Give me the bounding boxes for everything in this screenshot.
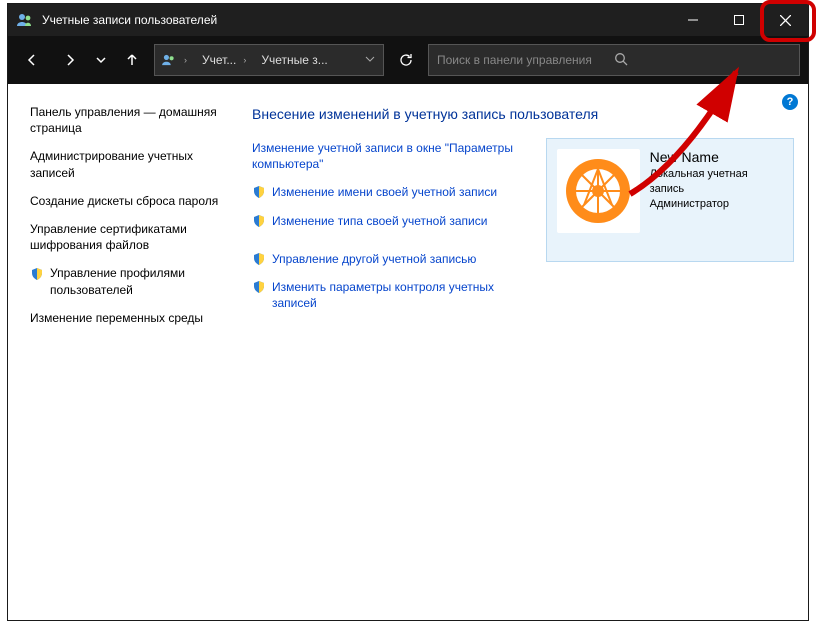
search-icon: [614, 52, 791, 69]
link-manage-other[interactable]: Управление другой учетной записью: [252, 251, 532, 267]
titlebar-controls: [670, 4, 808, 36]
sidebar-item-encryption-certs[interactable]: Управление сертификатами шифрования файл…: [30, 221, 236, 253]
sidebar-item-user-profiles[interactable]: Управление профилями пользователей: [30, 265, 236, 297]
back-button[interactable]: [16, 44, 48, 76]
search-box[interactable]: Поиск в панели управления: [428, 44, 800, 76]
user-role: Администратор: [650, 197, 783, 212]
sidebar: Панель управления — домашняя страница Ад…: [16, 92, 244, 612]
window-title: Учетные записи пользователей: [42, 13, 217, 27]
nav-bar: › Учет... › Учетные з... Поиск в панели …: [8, 36, 808, 84]
sidebar-item-password-reset-disk[interactable]: Создание дискеты сброса пароля: [30, 193, 236, 209]
maximize-button[interactable]: [716, 4, 762, 36]
close-button[interactable]: [762, 4, 808, 36]
address-seg-2[interactable]: Учетные з...: [255, 45, 333, 75]
titlebar-left: Учетные записи пользователей: [8, 13, 217, 27]
link-change-in-settings[interactable]: Изменение учетной записи в окне "Парамет…: [252, 140, 532, 172]
shield-icon: [252, 214, 266, 228]
sidebar-item-manage-accounts[interactable]: Администрирование учетных записей: [30, 148, 236, 180]
history-dropdown[interactable]: [92, 44, 110, 76]
titlebar: Учетные записи пользователей: [8, 4, 808, 36]
content-area: ? Панель управления — домашняя страница …: [8, 84, 808, 620]
link-change-type[interactable]: Изменение типа своей учетной записи: [252, 213, 532, 229]
user-type: Локальная учетная запись: [650, 167, 783, 197]
sidebar-item-env-vars[interactable]: Изменение переменных среды: [30, 310, 236, 326]
search-placeholder: Поиск в панели управления: [437, 53, 614, 67]
chevron-right-icon: ›: [240, 55, 249, 65]
address-bar[interactable]: › Учет... › Учетные з...: [154, 44, 384, 76]
refresh-button[interactable]: [390, 44, 422, 76]
address-icon-seg[interactable]: ›: [155, 45, 196, 75]
avatar: [557, 149, 640, 233]
page-heading: Внесение изменений в учетную запись поль…: [252, 106, 792, 122]
user-card: New Name Локальная учетная запись Админи…: [546, 138, 794, 262]
shield-icon: [30, 267, 44, 281]
address-seg-1[interactable]: Учет... ›: [196, 45, 255, 75]
users-icon: [16, 13, 34, 27]
up-button[interactable]: [116, 44, 148, 76]
address-dropdown[interactable]: [357, 53, 383, 67]
sidebar-item-home[interactable]: Панель управления — домашняя страница: [30, 104, 236, 136]
chevron-right-icon: ›: [181, 55, 190, 65]
shield-icon: [252, 280, 266, 294]
main-panel: Внесение изменений в учетную запись поль…: [244, 92, 800, 612]
link-uac-settings[interactable]: Изменить параметры контроля учетных запи…: [252, 279, 532, 311]
link-change-name[interactable]: Изменение имени своей учетной записи: [252, 184, 532, 200]
shield-icon: [252, 185, 266, 199]
window: Учетные записи пользователей › Учет... ›…: [8, 4, 808, 620]
user-name: New Name: [650, 149, 783, 165]
user-info: New Name Локальная учетная запись Админи…: [650, 149, 783, 251]
minimize-button[interactable]: [670, 4, 716, 36]
forward-button[interactable]: [54, 44, 86, 76]
shield-icon: [252, 252, 266, 266]
